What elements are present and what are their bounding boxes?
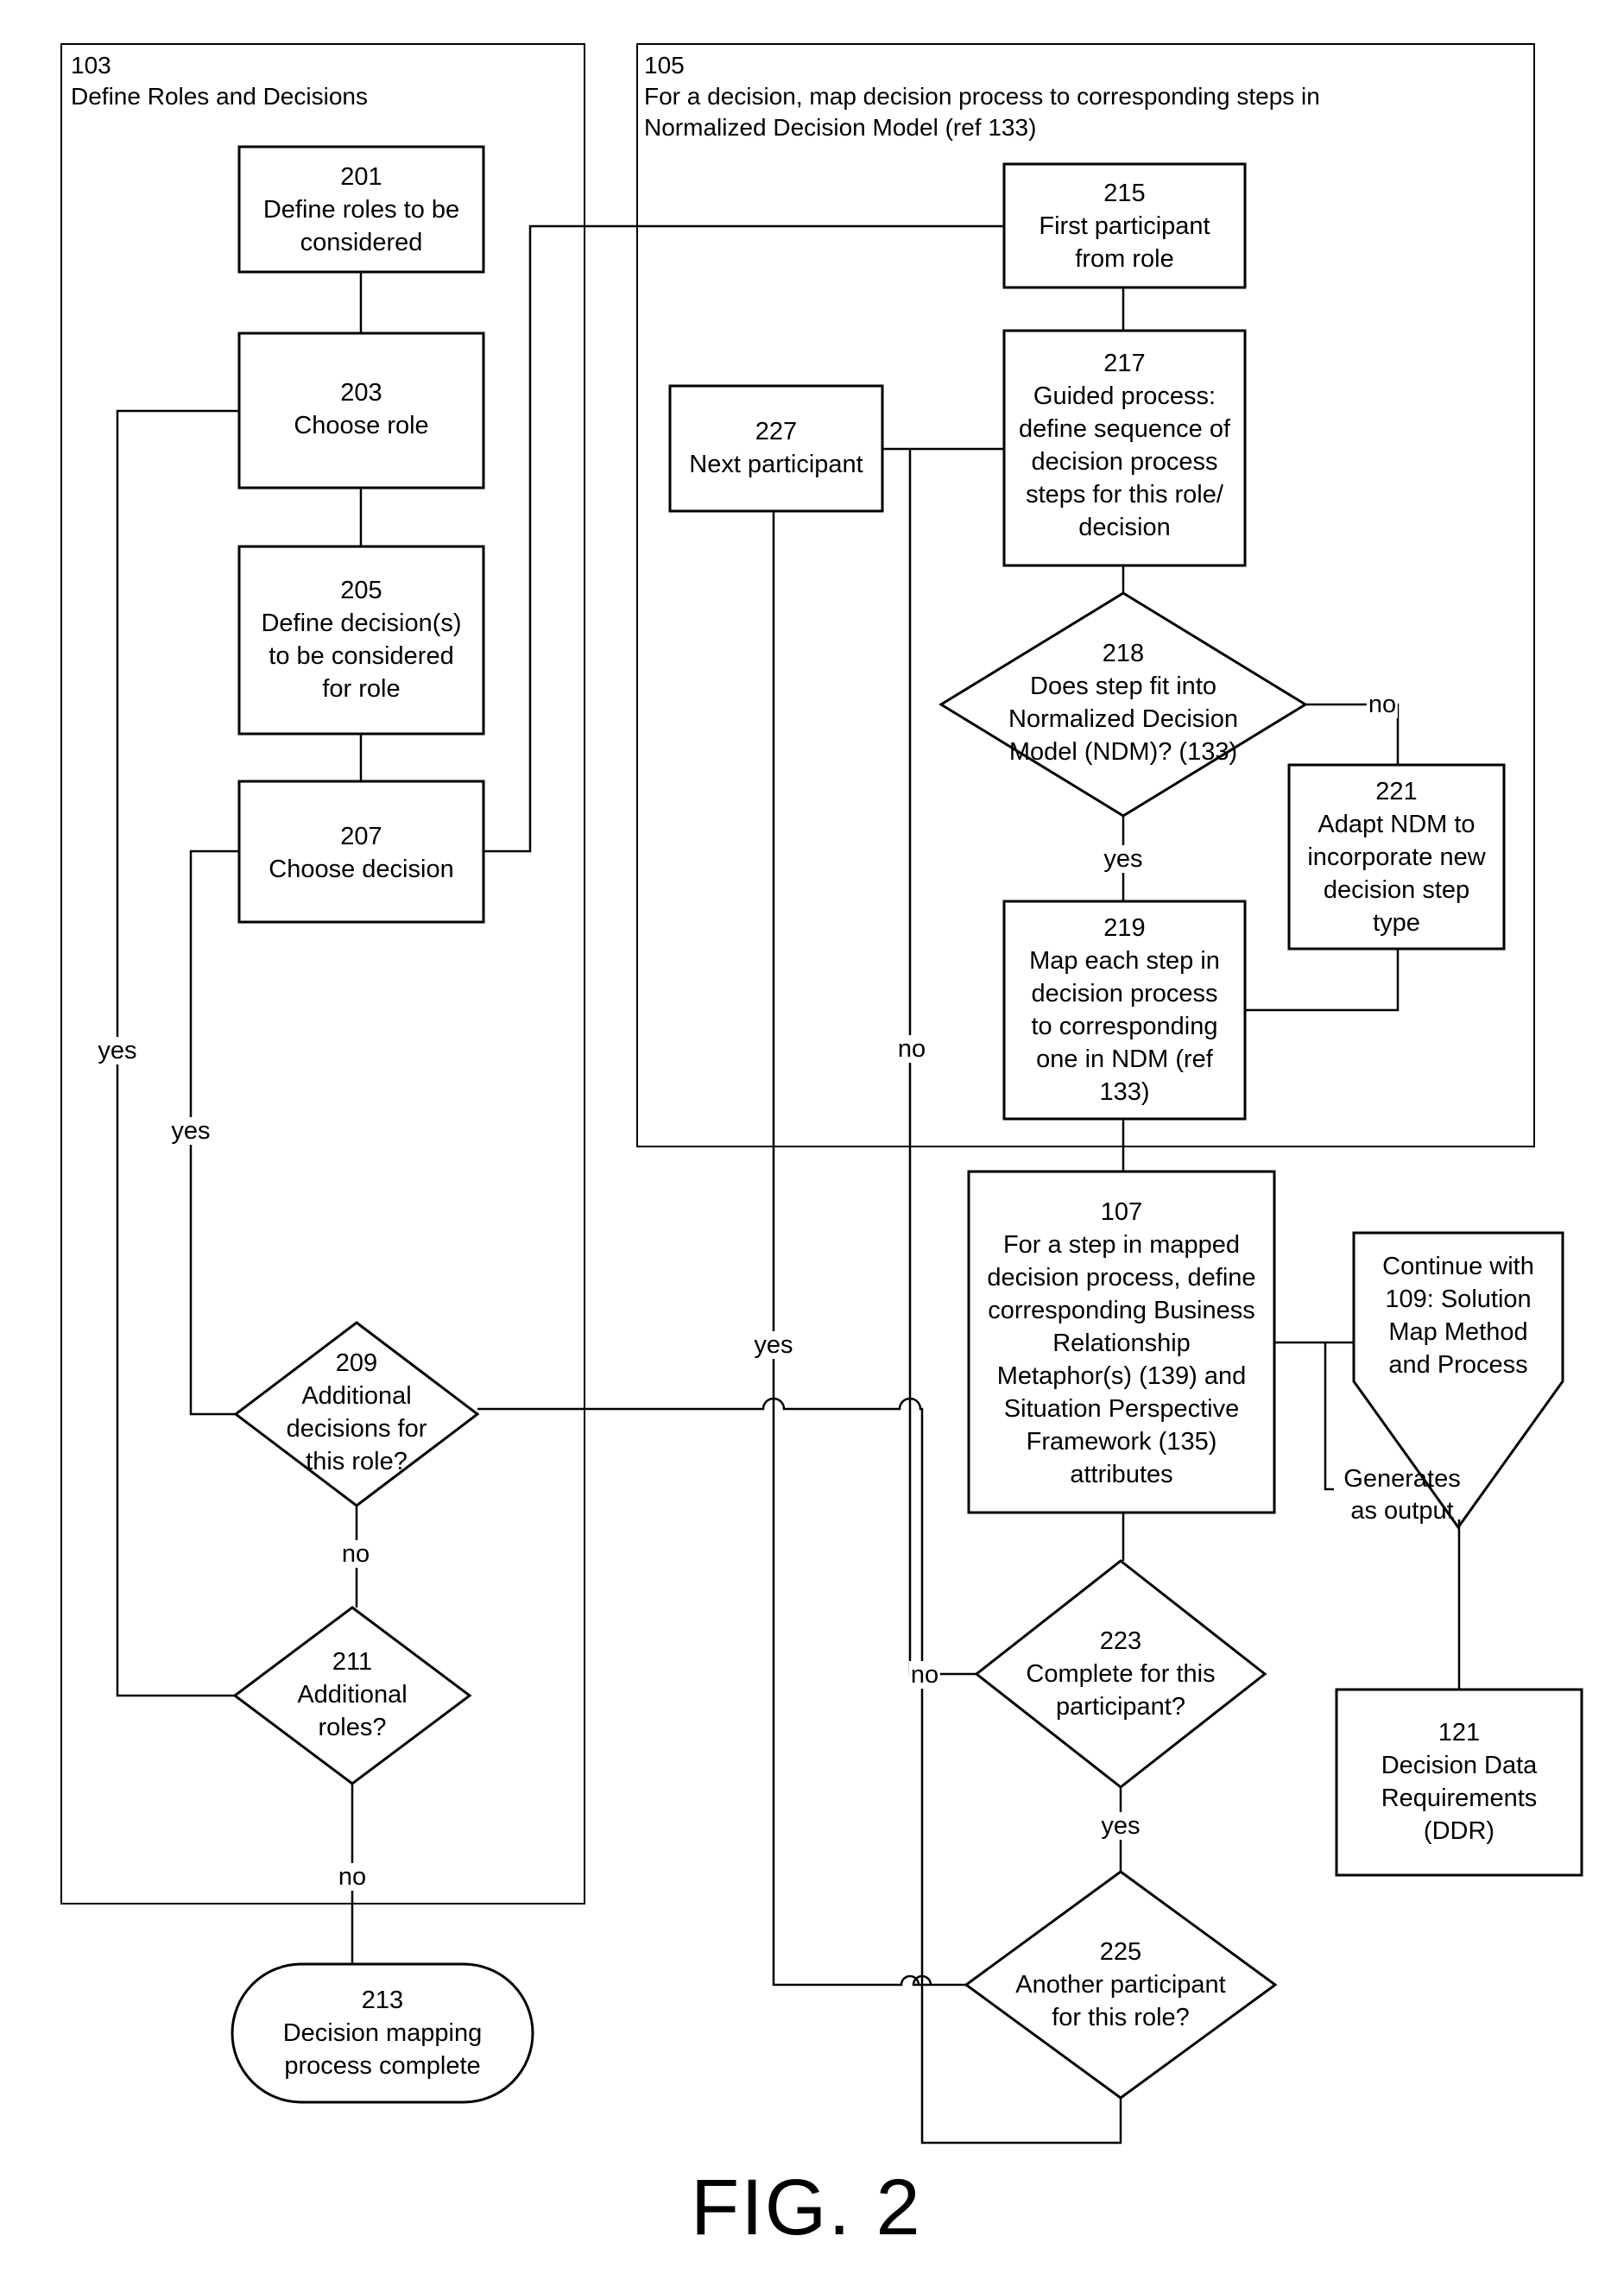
group-103-frame — [60, 43, 585, 1905]
figure-caption: FIG. 2 — [691, 2164, 922, 2252]
node-109: Continue with 109: Solution Map Method a… — [1382, 1253, 1534, 1379]
edge-107-output-bracket — [1324, 1342, 1334, 1491]
node-209: 209 Additional decisions for this role? — [286, 1349, 427, 1475]
node-207: 207 Choose decision — [269, 823, 454, 883]
node-221: 221 Adapt NDM to incorporate new decisio… — [1307, 778, 1486, 937]
node-211: 211 Additional roles? — [297, 1648, 408, 1741]
edge-label-207-yes: yes — [169, 1117, 212, 1145]
edge-207-215 — [483, 224, 1004, 853]
node-217: 217 Guided process: define sequence of d… — [1018, 350, 1231, 541]
edge-label-218-no: no — [1366, 691, 1399, 718]
edge-label-223-no: no — [908, 1661, 941, 1689]
edge-label-223-yes: yes — [1099, 1812, 1142, 1840]
node-215: 215 First participant from role — [1039, 180, 1210, 273]
node-205: 205 Define decision(s) to be considered … — [261, 577, 462, 703]
edge-label-218-yes: yes — [1102, 845, 1145, 873]
group-105-label: 105 For a decision, map decision process… — [644, 52, 1320, 141]
edge-label-225-yes: yes — [752, 1331, 795, 1359]
flowchart-canvas — [60, 43, 1583, 2145]
edge-label-223-no-upper: no — [895, 1035, 928, 1063]
node-223: 223 Complete for this participant? — [1026, 1627, 1216, 1721]
edge-225-227-yes — [772, 511, 966, 1987]
edge-label-211-no: no — [336, 1863, 369, 1891]
node-121: 121 Decision Data Requirements (DDR) — [1381, 1719, 1538, 1845]
node-201: 201 Define roles to be considered — [262, 163, 460, 256]
edge-221-219 — [1245, 949, 1400, 1012]
group-103-label: 103 Define Roles and Decisions — [71, 52, 368, 110]
node-203: 203 Choose role — [294, 379, 429, 439]
node-219: 219 Map each step in decision process to… — [1029, 914, 1220, 1106]
node-213: 213 Decision mapping process complete — [282, 1987, 483, 2080]
node-227: 227 Next participant — [689, 418, 863, 478]
node-218: 218 Does step fit into Normalized Decisi… — [1008, 640, 1238, 766]
edge-label-107-output: Generates as output — [1343, 1465, 1461, 1525]
node-225: 225 Another participant for this role? — [1015, 1938, 1226, 2031]
edge-label-209-no: no — [339, 1540, 372, 1568]
edge-label-203-yes: yes — [96, 1037, 139, 1064]
connectors — [116, 224, 1461, 2145]
node-107: 107 For a step in mapped decision proces… — [987, 1198, 1256, 1488]
